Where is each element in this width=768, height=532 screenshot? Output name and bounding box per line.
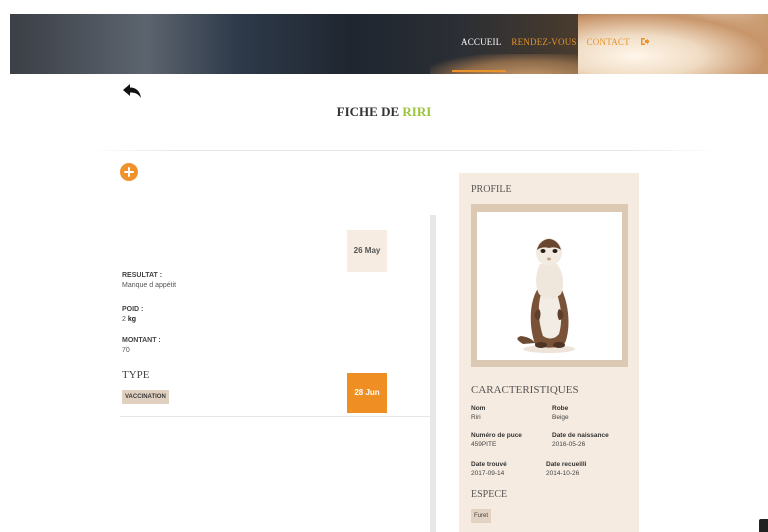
add-entry-button[interactable]: [120, 163, 138, 181]
poid-field: POID : 2 kg: [122, 306, 143, 323]
main-nav: ACCUEIL RENDEZ-VOUS CONTACT: [461, 37, 650, 48]
trouve-value: 2017-09-14: [471, 470, 505, 477]
timeline-entry-divider: [120, 416, 430, 417]
pet-photo: [477, 212, 622, 360]
header-banner: [10, 14, 768, 74]
montant-field: MONTANT : 70: [122, 337, 161, 354]
back-arrow-icon[interactable]: [121, 83, 143, 101]
robe-value: Beige: [552, 414, 569, 421]
puce-value: 459PITE: [471, 441, 497, 448]
type-tag: VACCINATION: [122, 390, 169, 404]
puce-label: Numéro de puce: [471, 432, 522, 439]
trouve-item: Date trouvé 2017-09-14: [471, 461, 507, 477]
ferret-illustration: [517, 238, 575, 353]
recueilli-item: Date recueilli 2014-10-26: [546, 461, 586, 477]
montant-value: 70: [122, 347, 130, 354]
recueilli-value: 2014-10-26: [546, 470, 580, 477]
montant-label: MONTANT :: [122, 337, 161, 344]
title-prefix: FICHE DE: [336, 104, 400, 119]
poid-label: POID :: [122, 306, 144, 313]
divider: [86, 150, 718, 151]
trouve-label: Date trouvé: [471, 461, 507, 468]
timeline-date-badge: 26 May: [347, 230, 387, 272]
nav-contact[interactable]: CONTACT: [587, 37, 630, 48]
nom-item: Nom Riri: [471, 405, 485, 421]
resultat-field: RESULTAT : Manque d appétit: [122, 272, 176, 289]
poid-unit: kg: [127, 316, 137, 323]
poid-value: 2: [122, 316, 126, 323]
nom-label: Nom: [471, 405, 486, 412]
page-title: FICHE DE RIRI: [0, 104, 768, 120]
profile-panel: PROFILE CARACTERISTIQUES Nom Riri Robe B…: [459, 173, 639, 532]
pet-name: RIRI: [402, 104, 432, 119]
naissance-value: 2016-05-26: [552, 441, 586, 448]
naissance-item: Date de naissance 2016-05-26: [552, 432, 609, 448]
nav-rendez-vous[interactable]: RENDEZ-VOUS: [511, 37, 576, 48]
robe-label: Robe: [552, 405, 569, 412]
espece-heading: ESPECE: [471, 489, 508, 500]
type-heading: TYPE: [122, 369, 150, 381]
poid-value-row: 2 kg: [122, 316, 143, 323]
profile-heading: PROFILE: [471, 184, 512, 195]
nav-accueil[interactable]: ACCUEIL: [461, 37, 501, 48]
timeline-line: [430, 215, 436, 532]
espece-tag: Furet: [471, 509, 492, 523]
naissance-label: Date de naissance: [552, 432, 609, 439]
caracteristiques-heading: CARACTERISTIQUES: [471, 384, 579, 396]
robe-item: Robe Beige: [552, 405, 569, 421]
resultat-label: RESULTAT :: [122, 272, 163, 279]
nav-active-indicator: [452, 70, 506, 72]
logout-icon[interactable]: [640, 37, 650, 48]
resultat-value: Manque d appétit: [122, 282, 177, 289]
pet-photo-frame: [471, 204, 628, 367]
recueilli-label: Date recueilli: [546, 461, 587, 468]
corner-widget-icon[interactable]: [759, 519, 768, 532]
puce-item: Numéro de puce 459PITE: [471, 432, 522, 448]
nom-value: Riri: [471, 414, 481, 421]
timeline-date-badge: 28 Jun: [347, 373, 387, 413]
